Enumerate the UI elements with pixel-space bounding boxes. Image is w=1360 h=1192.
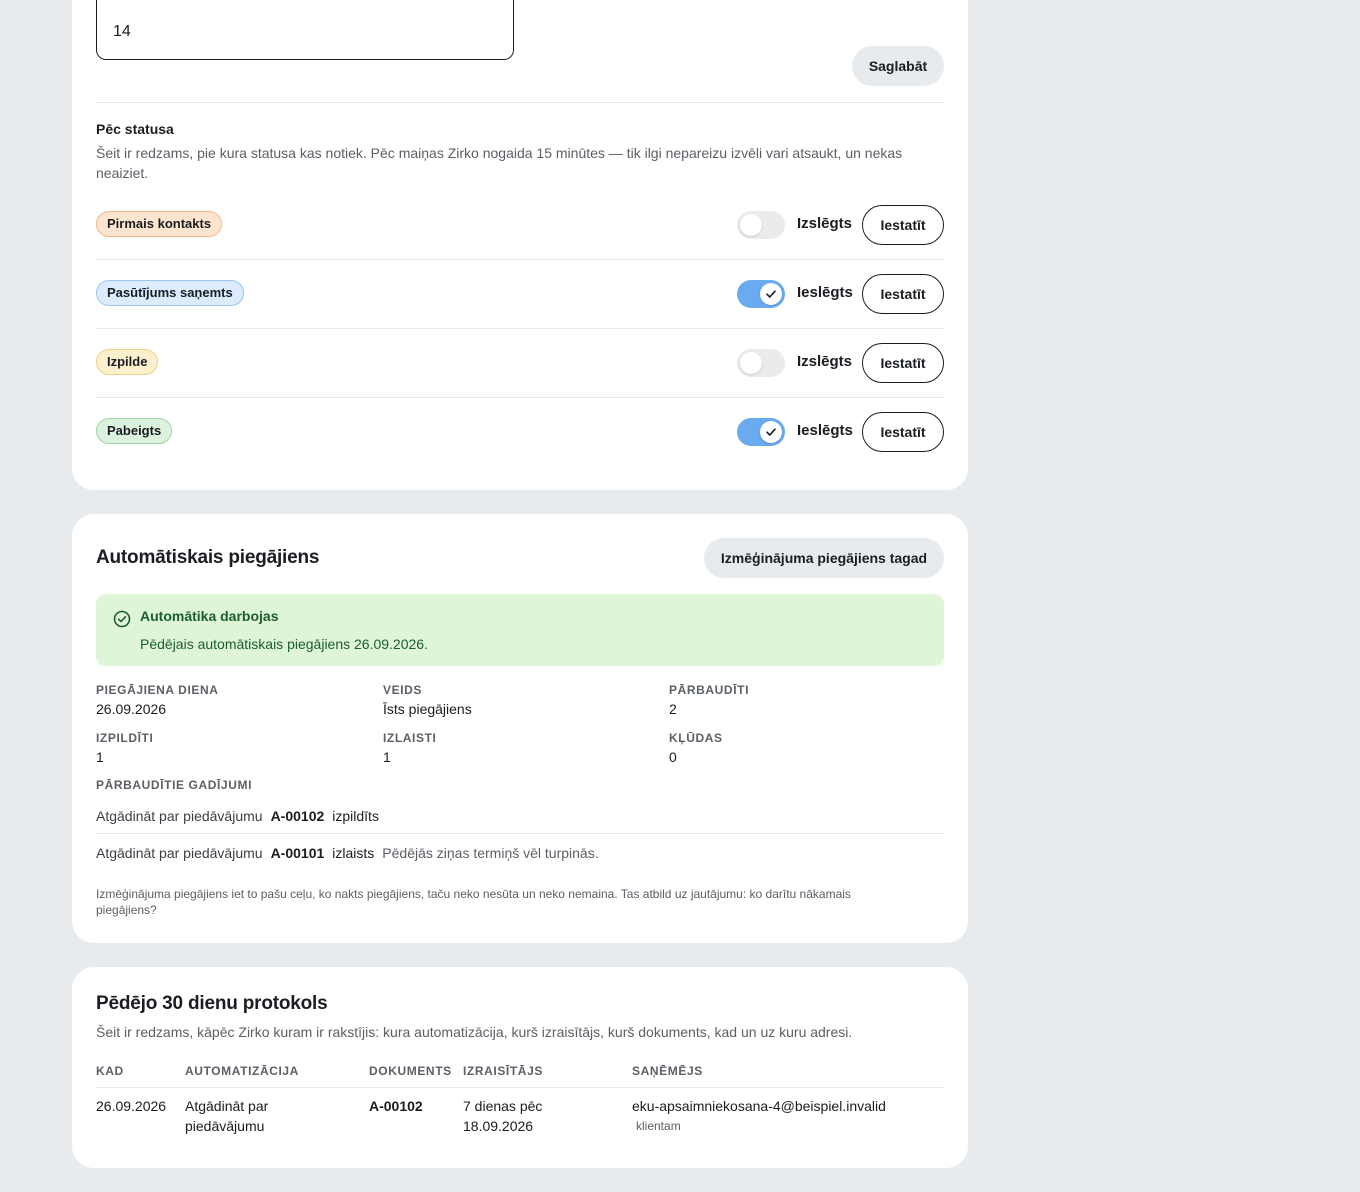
- column-header-document: DOKUMENTS: [369, 1064, 452, 1078]
- divider: [96, 102, 944, 103]
- checked-cases-label: PĀRBAUDĪTIE GADĪJUMI: [96, 778, 253, 792]
- status-badge: Pirmais kontakts: [96, 211, 223, 237]
- status-row-in-progress: Izpilde Izslēgts Iestatīt: [96, 329, 944, 398]
- configure-button[interactable]: Iestatīt: [862, 343, 944, 383]
- stat-checked: PĀRBAUDĪTI 2: [669, 683, 749, 717]
- configure-button[interactable]: Iestatīt: [862, 205, 944, 245]
- save-button[interactable]: Saglabāt: [852, 46, 944, 86]
- cell-document[interactable]: A-00102: [369, 1096, 423, 1116]
- status-badge: Izpilde: [96, 349, 159, 375]
- stat-type: VEIDS Īsts piegājiens: [383, 683, 472, 717]
- status-row-completed: Pabeigts Ieslēgts Iestatīt: [96, 398, 944, 467]
- reminder-settings-card: 14 Saglabāt Pēc statusa Šeit ir redzams,…: [72, 0, 968, 490]
- stat-skipped: IZLAISTI 1: [383, 731, 437, 765]
- column-header-automation: AUTOMATIZĀCIJA: [185, 1064, 299, 1078]
- by-status-title: Pēc statusa: [96, 121, 174, 137]
- stat-run-date: PIEGĀJIENA DIENA 26.09.2026: [96, 683, 219, 717]
- cell-automation: Atgādināt par piedāvājumu: [185, 1098, 269, 1134]
- column-header-when: KAD: [96, 1064, 124, 1078]
- status-banner-title: Automātika darbojas: [140, 608, 279, 624]
- status-row-order-received: Pasūtījums saņemts Ieslēgts Iestatīt: [96, 260, 944, 329]
- status-toggle[interactable]: [737, 280, 785, 308]
- recipient-email: eku-apsaimniekosana-4@beispiel.invalid: [632, 1098, 886, 1114]
- auto-run-card: Automātiskais piegājiens Izmēģinājuma pi…: [72, 514, 968, 943]
- toggle-state-label: Ieslēgts: [797, 422, 853, 439]
- configure-button[interactable]: Iestatīt: [862, 274, 944, 314]
- check-circle-icon: [113, 610, 131, 628]
- toggle-state-label: Izslēgts: [797, 215, 853, 232]
- status-row-first-contact: Pirmais kontakts Izslēgts Iestatīt: [96, 191, 944, 260]
- toggle-state-label: Izslēgts: [797, 353, 853, 370]
- cell-recipient: eku-apsaimniekosana-4@beispiel.invalid k…: [632, 1096, 886, 1136]
- cell-trigger: 7 dienas pēc 18.09.2026: [463, 1098, 543, 1134]
- trial-run-button[interactable]: Izmēģinājuma piegājiens tagad: [704, 538, 944, 578]
- check-icon: [766, 428, 776, 436]
- configure-button[interactable]: Iestatīt: [862, 412, 944, 452]
- column-header-recipient: SAŅĒMĒJS: [632, 1064, 703, 1078]
- recipient-type: klientam: [636, 1119, 681, 1133]
- status-badge: Pabeigts: [96, 418, 173, 444]
- log-description: Šeit ir redzams, kāpēc Zirko kuram ir ra…: [96, 1024, 853, 1040]
- auto-run-title: Automātiskais piegājiens: [96, 547, 320, 568]
- stat-executed: IZPILDĪTI 1: [96, 731, 154, 765]
- status-toggle[interactable]: [737, 349, 785, 377]
- days-input[interactable]: 14: [96, 0, 514, 60]
- status-banner: Automātika darbojas Pēdējais automātiska…: [96, 594, 944, 666]
- check-icon: [766, 290, 776, 298]
- status-badge: Pasūtījums saņemts: [96, 280, 244, 306]
- case-row: Atgādināt par piedāvājumu A-00101 izlais…: [96, 845, 599, 861]
- log-card: Pēdējo 30 dienu protokols Šeit ir redzam…: [72, 967, 968, 1168]
- cell-when: 26.09.2026: [96, 1098, 167, 1114]
- status-banner-text: Pēdējais automātiskais piegājiens 26.09.…: [140, 636, 428, 652]
- status-toggle[interactable]: [737, 418, 785, 446]
- status-toggle[interactable]: [737, 211, 785, 239]
- trial-run-footnote: Izmēģinājuma piegājiens iet to pašu ceļu…: [96, 887, 851, 917]
- column-header-trigger: IZRAISĪTĀJS: [463, 1064, 543, 1078]
- log-title: Pēdējo 30 dienu protokols: [96, 993, 328, 1014]
- case-row: Atgādināt par piedāvājumu A-00102 izpild…: [96, 798, 944, 834]
- toggle-state-label: Ieslēgts: [797, 284, 853, 301]
- stat-errors: KĻŪDAS 0: [669, 731, 723, 765]
- by-status-description: Šeit ir redzams, pie kura statusa kas no…: [96, 145, 903, 181]
